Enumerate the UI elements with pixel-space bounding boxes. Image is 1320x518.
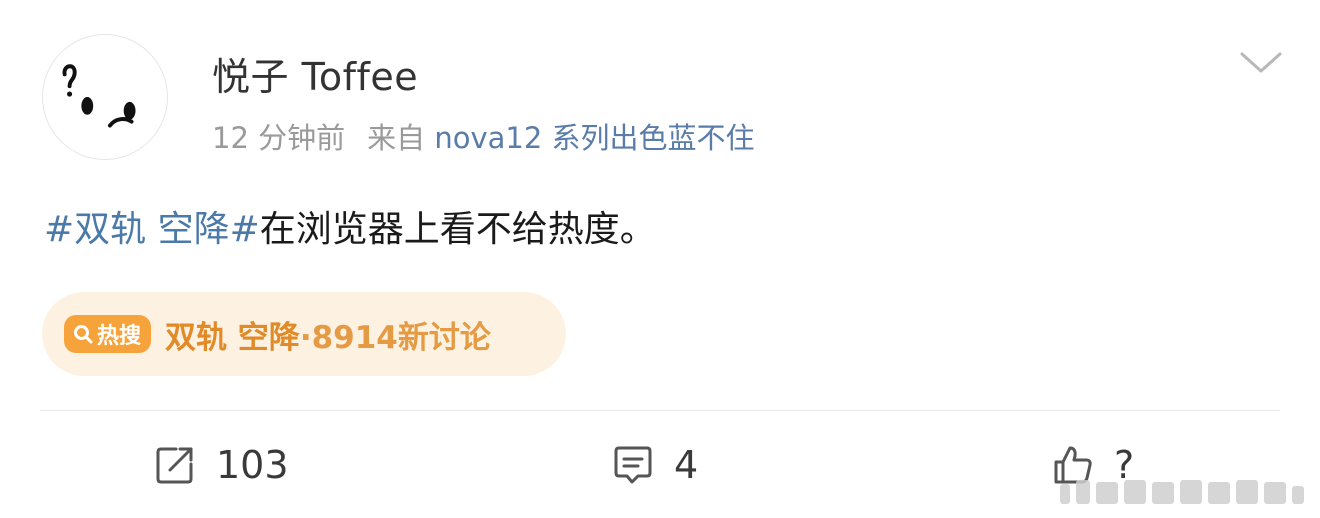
chevron-down-icon[interactable]	[1238, 48, 1284, 76]
repost-icon	[156, 447, 193, 484]
repost-button[interactable]: 103	[154, 438, 289, 492]
avatar-doodle	[62, 64, 136, 128]
repost-count: 103	[216, 443, 289, 487]
hot-search-count: ·8914新讨论	[299, 319, 491, 356]
comment-count: 4	[674, 443, 699, 487]
source-device[interactable]: nova12 系列出色蓝不住	[434, 121, 754, 155]
username[interactable]: 悦子 Toffee	[212, 46, 418, 101]
post-content: #双轨 空降#在浏览器上看不给热度。	[44, 200, 656, 252]
comment-button[interactable]: 4	[612, 438, 698, 492]
hot-search-card[interactable]: 热搜 双轨 空降 ·8914新讨论	[42, 292, 566, 376]
divider	[40, 410, 1280, 411]
watermark	[1060, 480, 1304, 504]
hot-search-badge-label: 热搜	[97, 324, 142, 349]
hot-search-badge: 热搜	[64, 315, 152, 353]
post-time: 12 分钟前	[212, 121, 346, 155]
post-text: 在浏览器上看不给热度。	[259, 209, 656, 250]
source-prefix: 来自	[367, 121, 426, 155]
avatar[interactable]	[42, 34, 168, 160]
search-icon	[74, 325, 93, 344]
comment-icon	[614, 446, 652, 484]
post-meta: 12 分钟前 来自 nova12 系列出色蓝不住	[212, 115, 755, 157]
hot-search-topic: 双轨 空降	[165, 319, 300, 356]
hashtag-link[interactable]: #双轨 空降#	[44, 209, 260, 250]
